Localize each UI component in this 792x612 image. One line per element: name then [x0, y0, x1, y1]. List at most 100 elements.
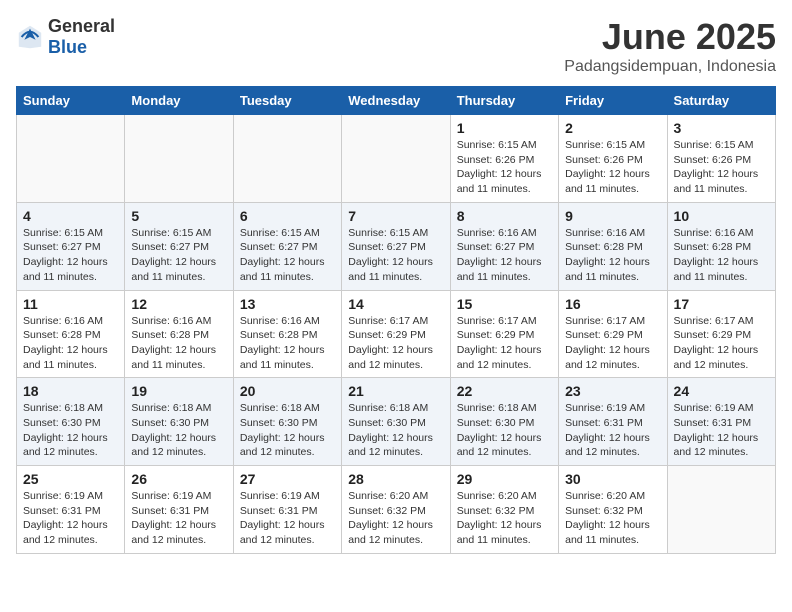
day-number: 10 [674, 208, 769, 224]
day-info: Sunrise: 6:18 AMSunset: 6:30 PMDaylight:… [23, 401, 118, 460]
col-tuesday: Tuesday [233, 87, 341, 115]
day-number: 19 [131, 383, 226, 399]
logo-text: General Blue [48, 16, 115, 58]
day-info: Sunrise: 6:17 AMSunset: 6:29 PMDaylight:… [457, 314, 552, 373]
table-row: 9 Sunrise: 6:16 AMSunset: 6:28 PMDaylight… [559, 202, 667, 290]
calendar-subtitle: Padangsidempuan, Indonesia [564, 58, 776, 76]
day-number: 11 [23, 296, 118, 312]
day-info: Sunrise: 6:16 AMSunset: 6:28 PMDaylight:… [565, 226, 660, 285]
table-row: 11 Sunrise: 6:16 AMSunset: 6:28 PMDayligh… [17, 290, 125, 378]
day-number: 30 [565, 471, 660, 487]
table-row: 13 Sunrise: 6:16 AMSunset: 6:28 PMDayligh… [233, 290, 341, 378]
day-info: Sunrise: 6:16 AMSunset: 6:28 PMDaylight:… [240, 314, 335, 373]
table-row: 14 Sunrise: 6:17 AMSunset: 6:29 PMDayligh… [342, 290, 450, 378]
day-number: 17 [674, 296, 769, 312]
day-info: Sunrise: 6:17 AMSunset: 6:29 PMDaylight:… [348, 314, 443, 373]
day-info: Sunrise: 6:15 AMSunset: 6:27 PMDaylight:… [131, 226, 226, 285]
day-info: Sunrise: 6:20 AMSunset: 6:32 PMDaylight:… [565, 489, 660, 548]
day-number: 23 [565, 383, 660, 399]
day-number: 9 [565, 208, 660, 224]
calendar-title: June 2025 [564, 16, 776, 58]
day-number: 20 [240, 383, 335, 399]
day-info: Sunrise: 6:19 AMSunset: 6:31 PMDaylight:… [23, 489, 118, 548]
day-info: Sunrise: 6:18 AMSunset: 6:30 PMDaylight:… [348, 401, 443, 460]
table-row: 21 Sunrise: 6:18 AMSunset: 6:30 PMDayligh… [342, 378, 450, 466]
day-number: 21 [348, 383, 443, 399]
col-thursday: Thursday [450, 87, 558, 115]
logo-general: General [48, 16, 115, 36]
table-row: 18 Sunrise: 6:18 AMSunset: 6:30 PMDayligh… [17, 378, 125, 466]
logo-icon [16, 23, 44, 51]
day-number: 2 [565, 120, 660, 136]
table-row: 12Sunrise: 6:16 AMSunset: 6:28 PMDayligh… [125, 290, 233, 378]
calendar-week-row: 4Sunrise: 6:15 AMSunset: 6:27 PMDaylight… [17, 202, 776, 290]
header: General Blue June 2025 Padangsidempuan, … [16, 16, 776, 76]
table-row: 29 Sunrise: 6:20 AMSunset: 6:32 PMDayligh… [450, 466, 558, 554]
day-info: Sunrise: 6:16 AMSunset: 6:28 PMDaylight:… [674, 226, 769, 285]
table-row: 2 Sunrise: 6:15 AMSunset: 6:26 PMDaylight… [559, 115, 667, 203]
table-row: 28Sunrise: 6:20 AMSunset: 6:32 PMDayligh… [342, 466, 450, 554]
day-number: 13 [240, 296, 335, 312]
day-number: 3 [674, 120, 769, 136]
table-row: 3Sunrise: 6:15 AMSunset: 6:26 PMDaylight… [667, 115, 775, 203]
table-row: 24Sunrise: 6:19 AMSunset: 6:31 PMDayligh… [667, 378, 775, 466]
day-info: Sunrise: 6:17 AMSunset: 6:29 PMDaylight:… [674, 314, 769, 373]
table-row [667, 466, 775, 554]
calendar-header-row: Sunday Monday Tuesday Wednesday Thursday… [17, 87, 776, 115]
table-row: 1 Sunrise: 6:15 AMSunset: 6:26 PMDaylight… [450, 115, 558, 203]
day-number: 14 [348, 296, 443, 312]
table-row: 20 Sunrise: 6:18 AMSunset: 6:30 PMDayligh… [233, 378, 341, 466]
day-info: Sunrise: 6:19 AMSunset: 6:31 PMDaylight:… [240, 489, 335, 548]
day-info: Sunrise: 6:16 AMSunset: 6:28 PMDaylight:… [23, 314, 118, 373]
table-row: 27 Sunrise: 6:19 AMSunset: 6:31 PMDayligh… [233, 466, 341, 554]
day-number: 28 [348, 471, 443, 487]
day-number: 16 [565, 296, 660, 312]
day-info: Sunrise: 6:18 AMSunset: 6:30 PMDaylight:… [131, 401, 226, 460]
day-info: Sunrise: 6:15 AMSunset: 6:27 PMDaylight:… [240, 226, 335, 285]
day-number: 25 [23, 471, 118, 487]
day-number: 26 [131, 471, 226, 487]
calendar-week-row: 25 Sunrise: 6:19 AMSunset: 6:31 PMDayligh… [17, 466, 776, 554]
title-area: June 2025 Padangsidempuan, Indonesia [564, 16, 776, 76]
table-row: 7 Sunrise: 6:15 AMSunset: 6:27 PMDaylight… [342, 202, 450, 290]
table-row: 23 Sunrise: 6:19 AMSunset: 6:31 PMDayligh… [559, 378, 667, 466]
table-row: 26 Sunrise: 6:19 AMSunset: 6:31 PMDayligh… [125, 466, 233, 554]
day-number: 27 [240, 471, 335, 487]
day-info: Sunrise: 6:18 AMSunset: 6:30 PMDaylight:… [240, 401, 335, 460]
day-number: 18 [23, 383, 118, 399]
table-row: 17 Sunrise: 6:17 AMSunset: 6:29 PMDayligh… [667, 290, 775, 378]
table-row: 15Sunrise: 6:17 AMSunset: 6:29 PMDayligh… [450, 290, 558, 378]
day-info: Sunrise: 6:18 AMSunset: 6:30 PMDaylight:… [457, 401, 552, 460]
table-row [233, 115, 341, 203]
day-number: 5 [131, 208, 226, 224]
day-info: Sunrise: 6:20 AMSunset: 6:32 PMDaylight:… [457, 489, 552, 548]
col-sunday: Sunday [17, 87, 125, 115]
table-row: 30 Sunrise: 6:20 AMSunset: 6:32 PMDayligh… [559, 466, 667, 554]
day-info: Sunrise: 6:16 AMSunset: 6:27 PMDaylight:… [457, 226, 552, 285]
day-info: Sunrise: 6:19 AMSunset: 6:31 PMDaylight:… [565, 401, 660, 460]
day-number: 6 [240, 208, 335, 224]
col-wednesday: Wednesday [342, 87, 450, 115]
day-number: 29 [457, 471, 552, 487]
calendar-week-row: 11 Sunrise: 6:16 AMSunset: 6:28 PMDayligh… [17, 290, 776, 378]
logo: General Blue [16, 16, 115, 58]
table-row: 22 Sunrise: 6:18 AMSunset: 6:30 PMDayligh… [450, 378, 558, 466]
day-info: Sunrise: 6:15 AMSunset: 6:26 PMDaylight:… [565, 138, 660, 197]
day-info: Sunrise: 6:19 AMSunset: 6:31 PMDaylight:… [131, 489, 226, 548]
day-info: Sunrise: 6:15 AMSunset: 6:26 PMDaylight:… [457, 138, 552, 197]
col-saturday: Saturday [667, 87, 775, 115]
table-row [17, 115, 125, 203]
table-row [342, 115, 450, 203]
day-number: 22 [457, 383, 552, 399]
day-number: 7 [348, 208, 443, 224]
calendar-week-row: 1 Sunrise: 6:15 AMSunset: 6:26 PMDaylight… [17, 115, 776, 203]
day-info: Sunrise: 6:15 AMSunset: 6:27 PMDaylight:… [348, 226, 443, 285]
table-row: 6 Sunrise: 6:15 AMSunset: 6:27 PMDaylight… [233, 202, 341, 290]
table-row: 8Sunrise: 6:16 AMSunset: 6:27 PMDaylight… [450, 202, 558, 290]
table-row: 25 Sunrise: 6:19 AMSunset: 6:31 PMDayligh… [17, 466, 125, 554]
col-friday: Friday [559, 87, 667, 115]
logo-blue: Blue [48, 37, 87, 57]
day-number: 1 [457, 120, 552, 136]
table-row: 16Sunrise: 6:17 AMSunset: 6:29 PMDayligh… [559, 290, 667, 378]
day-info: Sunrise: 6:15 AMSunset: 6:27 PMDaylight:… [23, 226, 118, 285]
